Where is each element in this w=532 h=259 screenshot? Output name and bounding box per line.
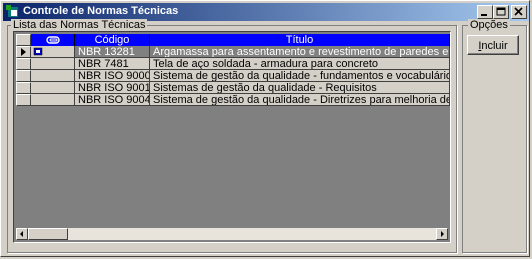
maximize-icon bbox=[496, 7, 506, 16]
attachment-cell bbox=[31, 46, 75, 58]
table-row[interactable]: NBR ISO 9004 Sistema de gestão da qualid… bbox=[16, 94, 450, 106]
cell-titulo: Argamassa para assentamento e revestimen… bbox=[150, 46, 450, 58]
close-icon bbox=[514, 7, 523, 16]
cell-codigo: NBR ISO 9004 bbox=[75, 94, 150, 106]
cell-titulo: Sistema de gestão da qualidade - Diretri… bbox=[150, 94, 450, 106]
header-indicator-cell bbox=[16, 34, 31, 46]
scroll-left-button[interactable] bbox=[16, 228, 28, 240]
normas-grid[interactable]: Código Título NBR 13281 Argamassa para a… bbox=[13, 31, 451, 243]
row-indicator bbox=[16, 58, 31, 70]
minimize-icon bbox=[481, 14, 487, 16]
attachment-cell bbox=[31, 70, 75, 82]
cell-titulo: Sistema de gestão da qualidade - fundame… bbox=[150, 70, 450, 82]
cell-titulo: Tela de aço soldada - armadura para conc… bbox=[150, 58, 450, 70]
header-titulo[interactable]: Título bbox=[150, 34, 450, 46]
app-icon bbox=[6, 5, 18, 17]
table-row[interactable]: NBR ISO 9000 Sistema de gestão da qualid… bbox=[16, 70, 450, 82]
document-attached-icon bbox=[33, 47, 43, 56]
attachment-cell bbox=[31, 94, 75, 106]
arrow-right-icon bbox=[441, 231, 444, 237]
horizontal-scrollbar[interactable] bbox=[16, 228, 448, 240]
close-button[interactable] bbox=[511, 5, 527, 19]
arrow-left-icon bbox=[20, 231, 23, 237]
window-title: Controle de Normas Técnicas bbox=[23, 5, 179, 17]
attachment-cell bbox=[31, 82, 75, 94]
attachment-cell bbox=[31, 58, 75, 70]
cell-codigo: NBR 13281 bbox=[75, 46, 150, 58]
cell-codigo: NBR ISO 9000 bbox=[75, 70, 150, 82]
row-indicator bbox=[16, 94, 31, 106]
paperclip-icon bbox=[45, 36, 60, 44]
normas-group-label: Lista das Normas Técnicas bbox=[11, 19, 148, 31]
minimize-button[interactable] bbox=[477, 5, 493, 19]
cell-codigo: NBR 7481 bbox=[75, 58, 150, 70]
header-attachment[interactable] bbox=[31, 34, 75, 46]
scroll-thumb[interactable] bbox=[28, 228, 68, 240]
row-indicator bbox=[16, 46, 31, 58]
main-window: Controle de Normas Técnicas Lista das No… bbox=[0, 0, 530, 257]
current-row-arrow-icon bbox=[21, 48, 26, 56]
maximize-button[interactable] bbox=[493, 5, 509, 19]
cell-codigo: NBR ISO 9001 bbox=[75, 82, 150, 94]
table-row[interactable]: NBR 7481 Tela de aço soldada - armadura … bbox=[16, 58, 450, 70]
row-indicator bbox=[16, 82, 31, 94]
table-row[interactable]: NBR 13281 Argamassa para assentamento e … bbox=[16, 46, 450, 58]
opcoes-group-label: Opções bbox=[468, 19, 510, 31]
header-codigo[interactable]: Código bbox=[75, 34, 150, 46]
opcoes-groupbox bbox=[462, 25, 527, 253]
table-row[interactable]: NBR ISO 9001 Sistemas de gestão da quali… bbox=[16, 82, 450, 94]
cell-titulo: Sistemas de gestão da qualidade - Requis… bbox=[150, 82, 450, 94]
incluir-button[interactable]: Incluir bbox=[467, 35, 519, 55]
row-indicator bbox=[16, 70, 31, 82]
scroll-right-button[interactable] bbox=[436, 228, 448, 240]
incluir-label: ncluir bbox=[481, 40, 508, 52]
